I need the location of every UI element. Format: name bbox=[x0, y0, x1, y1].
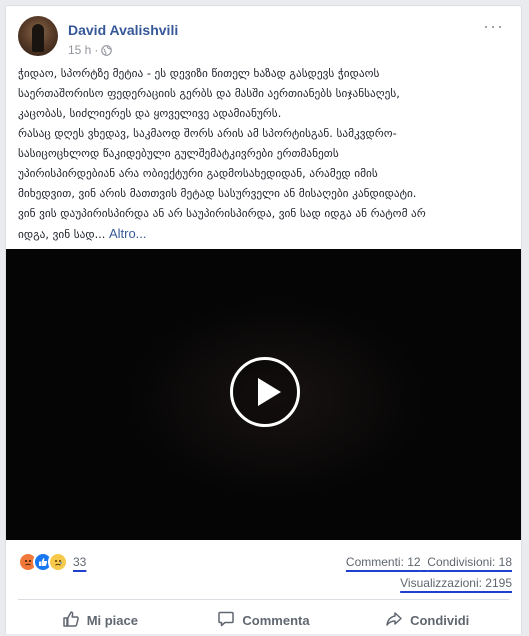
avatar-figure bbox=[32, 24, 44, 52]
text-line: უპირისპირდებიან არა ობიექტური გადმოსახედ… bbox=[18, 167, 378, 180]
post-text: ჭიდაო, სპორტზე მეტია - ეს დევიზი წითელ ხ… bbox=[18, 64, 512, 245]
comments-shares-row: Commenti: 12 Condivisioni: 18 bbox=[346, 554, 512, 571]
divider bbox=[18, 599, 509, 600]
text-line: კაცობას, სიძლიერეს და ყოველივე ადამიანურ… bbox=[18, 107, 282, 120]
post-time[interactable]: 15 h bbox=[68, 43, 91, 57]
thumbs-up-icon bbox=[62, 610, 80, 631]
shares-count[interactable]: Condivisioni: 18 bbox=[427, 555, 512, 569]
play-icon[interactable] bbox=[230, 357, 300, 427]
text-last-line: იდგა, ვინ სად... bbox=[18, 228, 106, 241]
views-count: Visualizzazioni: 2195 bbox=[400, 576, 512, 590]
comment-icon bbox=[217, 610, 235, 631]
comment-button[interactable]: Commenta bbox=[182, 604, 346, 636]
text-line: ვინ ვის დაუპირისპირდა ან არ საუპირისპირდ… bbox=[18, 207, 426, 220]
share-label: Condividi bbox=[410, 612, 470, 628]
text-line-last: იდგა, ვინ სად... Altro... bbox=[18, 224, 512, 245]
reactions-summary[interactable]: 33 bbox=[18, 552, 86, 572]
text-line: საერთაშორისო ფედერაციის გერბს და მასში ა… bbox=[18, 87, 400, 100]
comment-label: Commenta bbox=[242, 612, 310, 628]
engagement-stats: 33 Commenti: 12 Condivisioni: 18 Visuali… bbox=[18, 544, 512, 590]
like-label: Mi piace bbox=[86, 612, 138, 628]
post-header: David Avalishvili 15 h · ··· bbox=[18, 16, 508, 60]
reaction-count[interactable]: 33 bbox=[73, 555, 86, 569]
meta-separator: · bbox=[94, 43, 99, 57]
more-options-icon[interactable]: ··· bbox=[483, 16, 504, 37]
comments-count[interactable]: Commenti: 12 bbox=[346, 555, 421, 569]
post-actions: Mi piace Commenta Condividi bbox=[18, 604, 509, 636]
post-card: David Avalishvili 15 h · ··· ჭიდაო, სპორ… bbox=[5, 5, 522, 634]
sad-icon bbox=[48, 552, 68, 572]
text-line: რასაც დღეს ვხედავ, საკმაოდ შორს არის ამ … bbox=[18, 127, 397, 140]
like-button[interactable]: Mi piace bbox=[18, 604, 182, 636]
see-more-link[interactable]: Altro... bbox=[109, 226, 147, 241]
text-line: ჭიდაო, სპორტზე მეტია - ეს დევიზი წითელ ხ… bbox=[18, 67, 380, 80]
avatar[interactable] bbox=[18, 16, 58, 56]
text-line: მიხედვით, ვინ არის მათთვის მეტად სასურვე… bbox=[18, 187, 417, 200]
author-name[interactable]: David Avalishvili bbox=[68, 22, 178, 38]
share-button[interactable]: Condividi bbox=[345, 604, 509, 636]
globe-icon[interactable] bbox=[101, 44, 113, 56]
share-icon bbox=[385, 610, 403, 631]
comments-shares-views: Commenti: 12 Condivisioni: 18 Visualizza… bbox=[346, 554, 512, 592]
post-meta: 15 h · bbox=[68, 43, 113, 57]
video-player[interactable] bbox=[6, 249, 521, 540]
views-row: Visualizzazioni: 2195 bbox=[346, 575, 512, 592]
text-line: სასიცოცხლოდ წაკიდებული გულშემატკივრები ე… bbox=[18, 147, 339, 160]
